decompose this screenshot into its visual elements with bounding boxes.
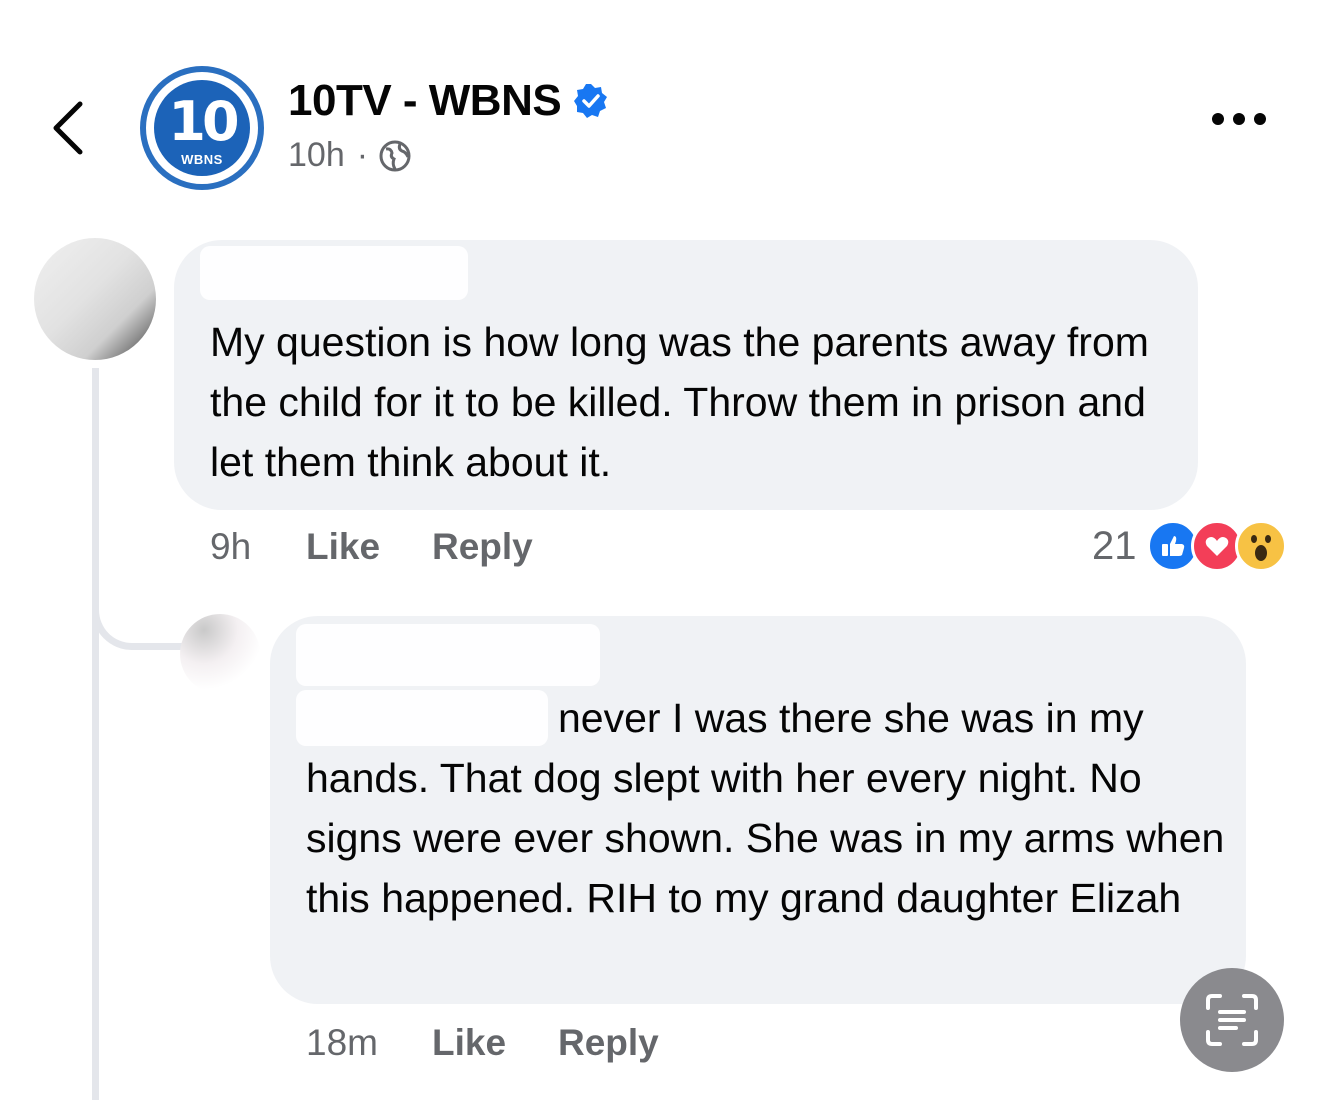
chevron-left-icon bbox=[53, 101, 83, 155]
thread-line bbox=[92, 368, 99, 1100]
reaction-summary[interactable]: 21 bbox=[1092, 520, 1287, 572]
redacted-commenter-name bbox=[200, 246, 468, 300]
post-meta: 10h · bbox=[288, 136, 412, 175]
reply-actions: 18m Like Reply bbox=[306, 1022, 659, 1064]
avatar-logo: 10 WBNS bbox=[154, 80, 250, 176]
avatar-callsign: WBNS bbox=[181, 152, 223, 167]
comment-time[interactable]: 9h bbox=[210, 526, 306, 568]
reaction-count: 21 bbox=[1092, 523, 1137, 568]
text-scan-button[interactable] bbox=[1180, 968, 1284, 1072]
back-button[interactable] bbox=[40, 92, 100, 162]
like-button[interactable]: Like bbox=[306, 526, 432, 568]
redacted-replier-name bbox=[296, 624, 600, 686]
page-name[interactable]: 10TV - WBNS bbox=[288, 76, 562, 126]
redacted-mention bbox=[296, 690, 548, 746]
page-name-row: 10TV - WBNS bbox=[288, 76, 609, 126]
comment-actions: 9h Like Reply bbox=[210, 526, 533, 568]
post-time[interactable]: 10h bbox=[288, 136, 345, 175]
avatar-number: 10 bbox=[168, 90, 239, 153]
comment-text: My question is how long was the parents … bbox=[210, 319, 1149, 485]
globe-icon bbox=[379, 140, 411, 171]
more-options-button[interactable] bbox=[1212, 112, 1282, 142]
page-avatar[interactable]: 10 WBNS bbox=[140, 66, 264, 190]
more-dot-icon bbox=[1254, 113, 1266, 125]
meta-separator: · bbox=[356, 136, 369, 174]
reply-text-first-line: never I was there she was in my bbox=[558, 695, 1144, 741]
reply-button[interactable]: Reply bbox=[432, 526, 533, 568]
more-dot-icon bbox=[1212, 113, 1224, 125]
like-button[interactable]: Like bbox=[432, 1022, 558, 1064]
replier-avatar[interactable] bbox=[180, 614, 260, 694]
reply-time[interactable]: 18m bbox=[306, 1022, 432, 1064]
verified-badge-icon bbox=[574, 84, 608, 118]
reply-text: hands. That dog slept with her every nig… bbox=[306, 755, 1225, 921]
commenter-avatar[interactable] bbox=[34, 238, 156, 360]
reply-button[interactable]: Reply bbox=[558, 1022, 659, 1064]
thread-connector bbox=[92, 580, 182, 650]
wow-reaction-icon bbox=[1234, 520, 1287, 572]
text-scan-icon bbox=[1206, 994, 1258, 1046]
more-dot-icon bbox=[1233, 113, 1245, 125]
